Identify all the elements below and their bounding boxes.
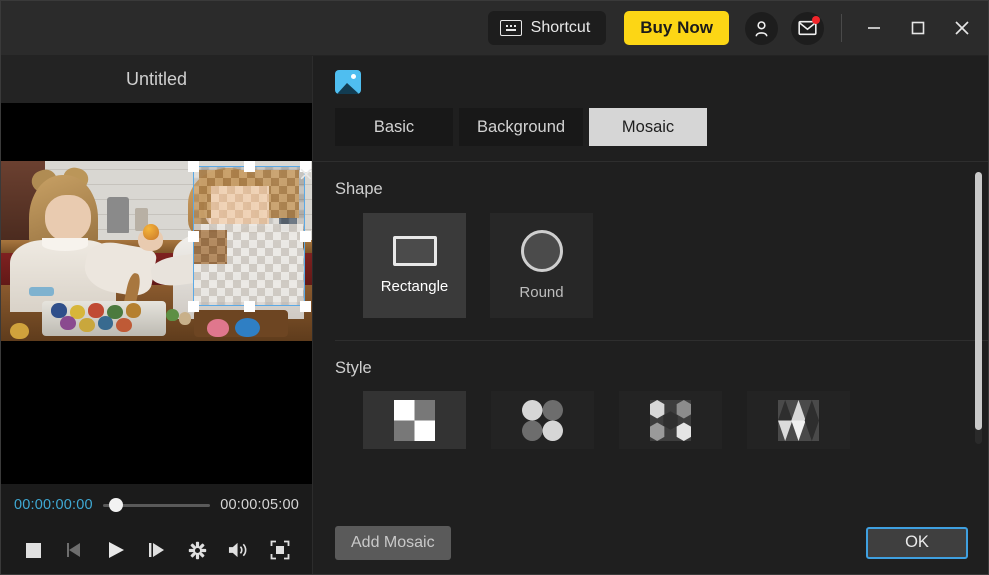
notification-badge	[812, 15, 820, 24]
stop-button[interactable]	[15, 533, 52, 567]
shortcut-button[interactable]: Shortcut	[487, 11, 607, 45]
rectangle-icon	[392, 236, 437, 266]
shape-option-rectangle-label: Rectangle	[380, 278, 449, 295]
ok-button[interactable]: OK	[866, 526, 968, 559]
fullscreen-icon	[270, 540, 289, 560]
tab-basic[interactable]: Basic	[335, 108, 453, 146]
shape-options: Rectangle Round	[313, 199, 988, 318]
resize-handle-top-center[interactable]	[244, 161, 255, 172]
tab-bar: Basic Background Mosaic	[313, 94, 988, 146]
previous-frame-button[interactable]	[56, 533, 93, 567]
video-preview-area[interactable]: ×	[1, 103, 312, 484]
account-button[interactable]	[745, 11, 778, 45]
close-button[interactable]	[940, 8, 984, 48]
resize-handle-bottom-left[interactable]	[188, 301, 199, 312]
next-frame-icon	[148, 543, 164, 557]
next-frame-button[interactable]	[138, 533, 175, 567]
seek-thumb[interactable]	[109, 498, 124, 512]
shape-option-round-label: Round	[519, 284, 564, 301]
tab-background[interactable]: Background	[459, 108, 584, 146]
shape-option-round[interactable]: Round	[490, 213, 593, 318]
person-icon	[755, 20, 768, 36]
maximize-icon	[911, 21, 925, 35]
panel-scrollbar-thumb[interactable]	[975, 172, 982, 430]
play-button[interactable]	[97, 533, 134, 567]
seek-bar-row: 00:00:00:00 00:00:05:00	[1, 484, 312, 526]
squares-pattern-icon	[394, 399, 435, 441]
buy-now-label: Buy Now	[640, 18, 713, 37]
seek-slider[interactable]	[102, 498, 211, 512]
resize-handle-middle-left[interactable]	[188, 231, 199, 242]
hexagons-pattern-icon	[650, 399, 691, 441]
style-option-triangles[interactable]	[747, 391, 850, 449]
mosaic-editor-window: Shortcut Buy Now Untitled × 00:00:00:00 …	[0, 0, 989, 575]
tab-basic-label: Basic	[373, 117, 415, 136]
tab-mosaic-label: Mosaic	[621, 117, 675, 136]
panel-scroll-area: Shape Rectangle Round Style	[313, 161, 988, 511]
window-body: Untitled × 00:00:00:00 00:00:05:00 Basic…	[1, 56, 988, 574]
title-bar: Shortcut Buy Now	[1, 1, 988, 56]
duration-timecode: 00:00:05:00	[220, 497, 299, 513]
resize-handle-bottom-center[interactable]	[244, 301, 255, 312]
add-mosaic-label: Add Mosaic	[351, 533, 435, 551]
previous-frame-icon	[66, 543, 80, 557]
video-frame: ×	[1, 161, 312, 341]
shape-section-label: Shape	[335, 180, 383, 198]
resize-handle-bottom-right[interactable]	[300, 301, 311, 312]
shortcut-label: Shortcut	[530, 19, 591, 36]
circle-icon	[520, 230, 563, 272]
style-section-label: Style	[335, 359, 372, 377]
titlebar-divider	[841, 14, 842, 42]
image-icon	[335, 70, 361, 94]
minimize-icon	[868, 27, 880, 29]
style-options	[313, 378, 988, 449]
volume-button[interactable]	[220, 533, 257, 567]
transport-controls	[1, 526, 312, 574]
close-icon	[955, 21, 969, 35]
buy-now-button[interactable]: Buy Now	[624, 11, 729, 45]
maximize-button[interactable]	[896, 8, 940, 48]
resize-handle-top-left[interactable]	[188, 161, 199, 172]
keyboard-icon	[499, 20, 522, 36]
style-option-checkerboard[interactable]	[363, 391, 466, 449]
remove-mosaic-icon[interactable]: ×	[298, 165, 312, 184]
mosaic-selection-border	[193, 166, 305, 306]
preview-panel: Untitled × 00:00:00:00 00:00:05:00	[1, 56, 313, 574]
tab-mosaic[interactable]: Mosaic	[589, 108, 708, 146]
speaker-icon	[228, 542, 247, 558]
style-option-hexagons[interactable]	[619, 391, 722, 449]
gear-icon	[188, 541, 207, 559]
triangles-pattern-icon	[778, 399, 819, 441]
shape-option-rectangle[interactable]: Rectangle	[363, 213, 466, 318]
style-option-circles[interactable]	[491, 391, 594, 449]
ok-label: OK	[905, 533, 929, 551]
panel-scrollbar[interactable]	[975, 172, 982, 444]
tab-background-label: Background	[477, 117, 566, 136]
fullscreen-button[interactable]	[261, 533, 298, 567]
project-title: Untitled	[1, 56, 312, 103]
messages-button[interactable]	[791, 11, 824, 45]
settings-button[interactable]	[179, 533, 216, 567]
properties-panel: Basic Background Mosaic Shape Rectangle	[313, 56, 988, 574]
panel-footer: Add Mosaic OK	[313, 511, 988, 574]
current-timecode: 00:00:00:00	[14, 497, 93, 513]
resize-handle-middle-right[interactable]	[300, 231, 311, 242]
add-mosaic-button[interactable]: Add Mosaic	[335, 525, 451, 560]
stop-icon	[26, 542, 41, 558]
circles-pattern-icon	[522, 399, 563, 441]
play-icon	[108, 542, 124, 558]
panel-header	[313, 56, 988, 94]
minimize-button[interactable]	[852, 8, 896, 48]
